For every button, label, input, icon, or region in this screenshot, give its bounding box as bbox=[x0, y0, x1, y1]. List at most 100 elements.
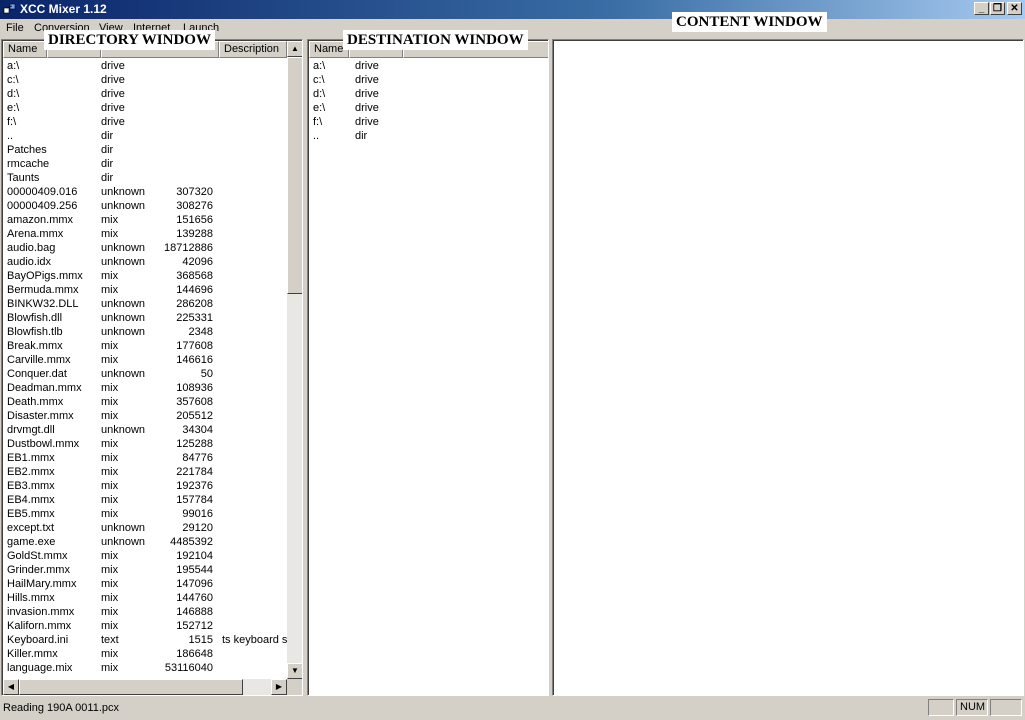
directory-vscroll-thumb[interactable] bbox=[287, 57, 302, 294]
minimize-button[interactable]: _ bbox=[974, 2, 989, 15]
file-name: Taunts bbox=[7, 172, 40, 184]
file-type: mix bbox=[101, 410, 119, 422]
scroll-left-icon[interactable]: ◀ bbox=[3, 679, 19, 695]
file-name: Blowfish.dll bbox=[7, 312, 63, 324]
file-size: 195544 bbox=[176, 564, 213, 576]
file-size: 50 bbox=[200, 368, 213, 380]
status-panel-scroll bbox=[990, 699, 1022, 716]
file-type: dir bbox=[101, 130, 114, 142]
directory-horizontal-scrollbar[interactable]: ◀ ▶ bbox=[3, 679, 287, 695]
file-size: 368568 bbox=[176, 270, 213, 282]
file-size: 186648 bbox=[176, 648, 213, 660]
file-type: unknown bbox=[101, 326, 146, 338]
window-title: XCC Mixer 1.12 bbox=[20, 2, 107, 16]
column-header-name[interactable]: Name bbox=[3, 41, 47, 58]
menu-file[interactable]: File bbox=[6, 21, 24, 35]
file-size: 177608 bbox=[176, 340, 213, 352]
file-type: drive bbox=[101, 60, 125, 72]
file-size: 53116040 bbox=[164, 662, 213, 674]
file-type: mix bbox=[101, 550, 119, 562]
app-icon bbox=[3, 3, 16, 14]
status-panel-num: NUM bbox=[956, 699, 988, 716]
file-name: 00000409.016 bbox=[7, 186, 78, 198]
file-name: EB5.mmx bbox=[7, 508, 55, 520]
directory-window-label: DIRECTORY WINDOW bbox=[44, 30, 215, 50]
file-name: Keyboard.ini bbox=[7, 634, 69, 646]
file-type: dir bbox=[101, 144, 114, 156]
file-name: Deadman.mmx bbox=[7, 382, 82, 394]
scroll-down-icon[interactable]: ▼ bbox=[287, 663, 302, 679]
file-type: mix bbox=[101, 606, 119, 618]
file-type: mix bbox=[101, 662, 119, 674]
file-name: 00000409.256 bbox=[7, 200, 78, 212]
file-size: 157784 bbox=[176, 494, 213, 506]
column-header-description[interactable]: Description bbox=[219, 41, 287, 58]
file-type: unknown bbox=[101, 424, 146, 436]
file-name: audio.bag bbox=[7, 242, 56, 254]
file-size: 308276 bbox=[176, 200, 213, 212]
file-size: 144760 bbox=[176, 592, 213, 604]
file-size: 192104 bbox=[176, 550, 213, 562]
scroll-right-icon[interactable]: ▶ bbox=[271, 679, 287, 695]
restore-button[interactable]: ❐ bbox=[990, 2, 1005, 15]
file-name: EB1.mmx bbox=[7, 452, 55, 464]
close-button[interactable]: ✕ bbox=[1007, 2, 1022, 15]
file-type: mix bbox=[101, 564, 119, 576]
directory-vertical-scrollbar[interactable]: ▲ ▼ bbox=[287, 41, 302, 679]
directory-hscroll-thumb[interactable] bbox=[19, 679, 243, 695]
file-name: e:\ bbox=[7, 102, 20, 114]
file-size: 357608 bbox=[176, 396, 213, 408]
file-type: mix bbox=[101, 438, 119, 450]
file-name: except.txt bbox=[7, 522, 55, 534]
file-type: text bbox=[101, 634, 119, 646]
scroll-up-icon[interactable]: ▲ bbox=[287, 41, 302, 57]
file-type: mix bbox=[101, 592, 119, 604]
file-size: 1515 bbox=[188, 634, 213, 646]
file-name: amazon.mmx bbox=[7, 214, 74, 226]
file-name: a:\ bbox=[7, 60, 20, 72]
file-type: mix bbox=[101, 396, 119, 408]
file-type: dir bbox=[355, 130, 368, 142]
file-type: mix bbox=[101, 354, 119, 366]
file-type: dir bbox=[101, 158, 114, 170]
file-size: 34304 bbox=[182, 424, 213, 436]
file-type: drive bbox=[101, 102, 125, 114]
file-type: drive bbox=[101, 74, 125, 86]
file-type: mix bbox=[101, 452, 119, 464]
file-type: mix bbox=[101, 494, 119, 506]
file-type: mix bbox=[101, 648, 119, 660]
destination-window-label: DESTINATION WINDOW bbox=[343, 30, 528, 50]
file-type: drive bbox=[101, 88, 125, 100]
file-size: 4485392 bbox=[170, 536, 213, 548]
file-name: Patches bbox=[7, 144, 47, 156]
file-size: 84776 bbox=[182, 452, 213, 464]
file-size: 192376 bbox=[176, 480, 213, 492]
content-pane bbox=[552, 39, 1024, 696]
file-name: HailMary.mmx bbox=[7, 578, 77, 590]
file-name: EB3.mmx bbox=[7, 480, 55, 492]
file-type: drive bbox=[101, 116, 125, 128]
file-type: mix bbox=[101, 620, 119, 632]
file-name: Carville.mmx bbox=[7, 354, 71, 366]
file-size: 146888 bbox=[176, 606, 213, 618]
file-size: 152712 bbox=[176, 620, 213, 632]
file-size: 139288 bbox=[176, 228, 213, 240]
file-type: mix bbox=[101, 382, 119, 394]
file-type: drive bbox=[355, 88, 379, 100]
file-name: Bermuda.mmx bbox=[7, 284, 79, 296]
file-size: 307320 bbox=[176, 186, 213, 198]
file-name: rmcache bbox=[7, 158, 50, 170]
file-type: unknown bbox=[101, 298, 146, 310]
file-name: Break.mmx bbox=[7, 340, 63, 352]
file-type: drive bbox=[355, 60, 379, 72]
content-window-label: CONTENT WINDOW bbox=[672, 12, 827, 32]
status-text: Reading 190A 0011.pcx bbox=[3, 702, 119, 714]
file-name: Kaliforn.mmx bbox=[7, 620, 72, 632]
file-size: 108936 bbox=[176, 382, 213, 394]
file-name: language.mix bbox=[7, 662, 73, 674]
file-name: EB4.mmx bbox=[7, 494, 55, 506]
file-type: unknown bbox=[101, 522, 146, 534]
file-name: Arena.mmx bbox=[7, 228, 64, 240]
file-size: 2348 bbox=[188, 326, 213, 338]
file-name: Blowfish.tlb bbox=[7, 326, 63, 338]
